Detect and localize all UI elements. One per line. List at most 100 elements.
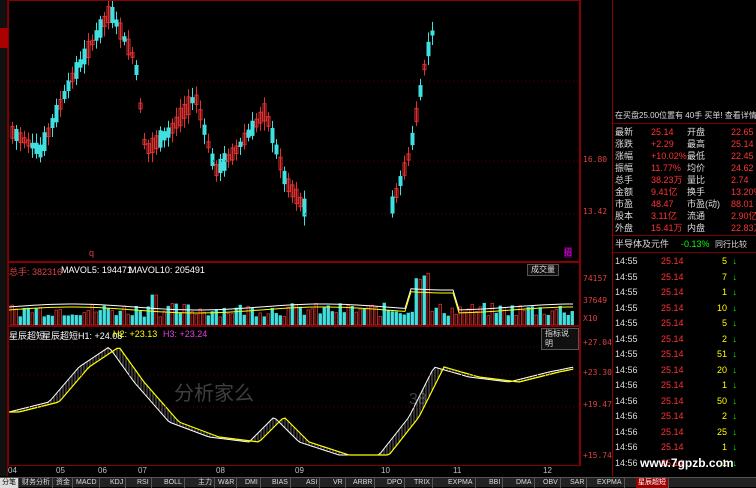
candle-body bbox=[282, 170, 287, 185]
quote-row: 涨幅 +10.02% 最低 22.45 bbox=[613, 151, 756, 162]
watermark-2: 38 bbox=[409, 391, 427, 408]
volume-bar bbox=[522, 310, 526, 326]
order-alert[interactable]: 在买盘25.00位置有 40手 买单! 查看详情 bbox=[613, 110, 756, 121]
volume-bar bbox=[546, 314, 550, 326]
volume-panel[interactable]: 总手: 382316 MAVOL5: 194471 MAVOL10: 20549… bbox=[8, 262, 580, 326]
tick-price: 25.14 bbox=[661, 256, 684, 266]
quote-value: 22.83万 bbox=[731, 223, 756, 233]
tick-row: 14:55 25.14 7 ↓ bbox=[613, 272, 756, 283]
date-axis: 04 05 06 07 08 09 10 11 12 bbox=[8, 466, 580, 476]
volume-bar bbox=[242, 314, 246, 326]
volume-bar bbox=[398, 313, 402, 326]
candle-body bbox=[42, 132, 47, 152]
tick-row: 14:55 25.14 2 ↓ bbox=[613, 334, 756, 345]
quote-value: +10.02% bbox=[651, 151, 687, 161]
volume-bar bbox=[474, 311, 478, 326]
sector-row[interactable]: 半导体及元件 -0.13% 同行比较 bbox=[613, 239, 756, 250]
volume-bar bbox=[34, 308, 38, 326]
ind-tick: +23.30 bbox=[583, 368, 612, 377]
volume-bar bbox=[270, 308, 274, 326]
quote-panel: 在买盘25.00位置有 40手 买单! 查看详情 最新 25.14 开盘 22.65 涨… bbox=[612, 0, 756, 476]
quote-value: 9.41亿 bbox=[651, 187, 678, 197]
side-tab[interactable] bbox=[0, 28, 8, 48]
candle-body bbox=[222, 153, 227, 171]
tick-time: 14:56 bbox=[615, 411, 638, 421]
tick-price: 25.14 bbox=[661, 411, 684, 421]
tick-row: 14:56 25.14 2 ↓ bbox=[613, 411, 756, 422]
tick-volume: 5 bbox=[721, 318, 727, 328]
quote-value: 22.45 bbox=[731, 151, 754, 161]
tick-volume: 1 bbox=[721, 442, 727, 452]
volume-dropdown[interactable]: 成交量 bbox=[527, 264, 559, 276]
quote-label: 开盘 bbox=[687, 127, 706, 137]
tick-price: 25.14 bbox=[661, 364, 684, 375]
volume-bar bbox=[322, 307, 326, 326]
volume-bar bbox=[414, 278, 418, 326]
volume-bar bbox=[550, 310, 554, 326]
candle-body bbox=[82, 48, 87, 65]
quote-label: 最高 bbox=[687, 139, 706, 149]
volume-bar bbox=[74, 315, 78, 326]
quote-row: 股本 3.11亿 流通 2.90亿 bbox=[613, 211, 756, 222]
quote-label: 金额 bbox=[615, 187, 634, 197]
compare-link[interactable]: 同行比较 bbox=[715, 239, 747, 250]
volume-bar bbox=[450, 307, 454, 326]
volume-bar bbox=[194, 314, 198, 326]
candle-body bbox=[162, 131, 167, 141]
volume-bar bbox=[150, 294, 154, 326]
down-arrow-icon: ↓ bbox=[732, 287, 738, 297]
price-tick: 16.80 bbox=[583, 155, 608, 164]
tick-price: 25.14 bbox=[661, 380, 684, 390]
down-arrow-icon: ↓ bbox=[732, 271, 738, 282]
volume-bar bbox=[202, 311, 206, 326]
candle-body bbox=[114, 19, 119, 27]
tick-price: 25.14 bbox=[661, 395, 684, 406]
date-tick: 08 bbox=[216, 466, 225, 475]
tick-row: 14:55 25.14 5 ↓ bbox=[613, 256, 756, 267]
volume-bar bbox=[438, 303, 442, 326]
candle-body bbox=[410, 132, 415, 146]
volume-bar bbox=[486, 315, 490, 326]
candlestick-chart bbox=[9, 0, 579, 226]
volume-bar bbox=[94, 311, 98, 326]
candle-body bbox=[158, 130, 163, 148]
volume-bar bbox=[138, 311, 142, 326]
candle-body bbox=[54, 104, 59, 123]
volume-bar bbox=[562, 312, 566, 326]
tick-volume: 7 bbox=[721, 271, 727, 282]
date-tick: 04 bbox=[8, 466, 17, 475]
quote-value: +2.29 bbox=[651, 139, 674, 149]
volume-bar bbox=[390, 311, 394, 326]
candle-body bbox=[30, 142, 35, 149]
candle-body bbox=[190, 97, 195, 104]
quote-value: 22.65 bbox=[731, 127, 754, 137]
down-arrow-icon: ↓ bbox=[732, 395, 738, 406]
left-side-strip[interactable] bbox=[0, 0, 8, 476]
volume-bar bbox=[318, 313, 322, 326]
volume-bar bbox=[78, 315, 82, 326]
volume-total: 总手: 382316 bbox=[9, 267, 63, 277]
date-tick: 05 bbox=[56, 466, 65, 475]
tick-volume: 50 bbox=[716, 395, 727, 406]
tick-row: 14:55 25.14 51 ↓ bbox=[613, 349, 756, 360]
quote-row: 市盈 48.47 市盈(动) 88.01 bbox=[613, 199, 756, 210]
volume-bar bbox=[282, 316, 286, 326]
volume-bar bbox=[298, 306, 302, 326]
candlestick-panel[interactable]: q 招 bbox=[8, 0, 580, 262]
volume-bar bbox=[146, 306, 150, 326]
volume-bar bbox=[126, 313, 130, 326]
tick-time: 14:56 bbox=[615, 380, 638, 390]
volume-bar bbox=[26, 307, 30, 326]
volume-bar bbox=[130, 315, 134, 326]
candle-body bbox=[166, 127, 171, 138]
volume-bar bbox=[206, 315, 210, 326]
indicator-help-button[interactable]: 指标说明 bbox=[541, 328, 579, 350]
volume-bar bbox=[30, 312, 34, 326]
tick-time: 14:56 bbox=[615, 442, 638, 452]
indicator-panel[interactable]: 星辰超短 星辰超短H1: +24.08 H2: +23.13 H3: +23.2… bbox=[8, 326, 580, 466]
candle-body bbox=[110, 6, 115, 24]
volume-bar bbox=[378, 315, 382, 326]
sector-name: 半导体及元件 bbox=[615, 239, 670, 249]
volume-bar bbox=[114, 315, 118, 326]
quote-label: 均价 bbox=[687, 163, 706, 173]
